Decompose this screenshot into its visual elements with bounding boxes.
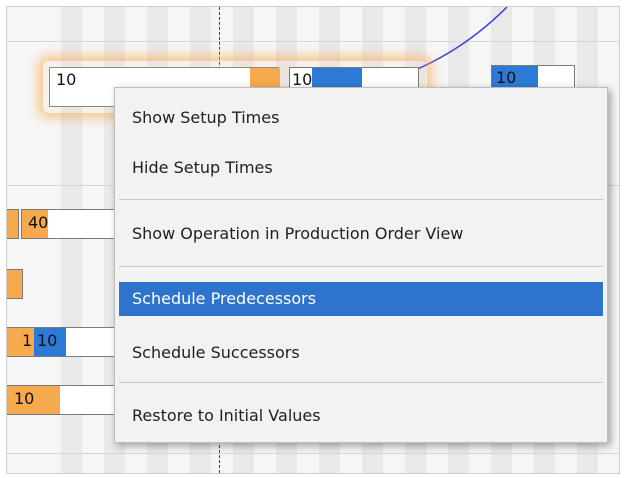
- menu-item-show-operation-in-production-order-view[interactable]: Show Operation in Production Order View: [119, 217, 603, 251]
- operation-bar-label: 10: [56, 70, 77, 89]
- menu-separator: [119, 266, 603, 267]
- menu-item-schedule-successors[interactable]: Schedule Successors: [119, 336, 603, 370]
- menu-separator: [119, 382, 603, 383]
- operation-bar-label: 10: [14, 389, 35, 408]
- menu-item-schedule-predecessors[interactable]: Schedule Predecessors: [119, 282, 603, 316]
- context-menu: Show Setup Times Hide Setup Times Show O…: [114, 87, 608, 443]
- menu-item-hide-setup-times[interactable]: Hide Setup Times: [119, 151, 603, 185]
- menu-item-show-setup-times[interactable]: Show Setup Times: [119, 101, 603, 135]
- setup-segment: [7, 210, 18, 238]
- operation-bar[interactable]: [7, 209, 19, 239]
- operation-bar-label: 40: [28, 213, 49, 232]
- operation-bar-label: 10: [496, 68, 517, 87]
- menu-separator: [119, 199, 603, 200]
- menu-item-restore-to-initial-values[interactable]: Restore to Initial Values: [119, 399, 603, 433]
- operation-bar-label: 1: [22, 331, 33, 350]
- setup-segment[interactable]: [7, 269, 23, 299]
- operation-bar-label: 10: [37, 331, 58, 350]
